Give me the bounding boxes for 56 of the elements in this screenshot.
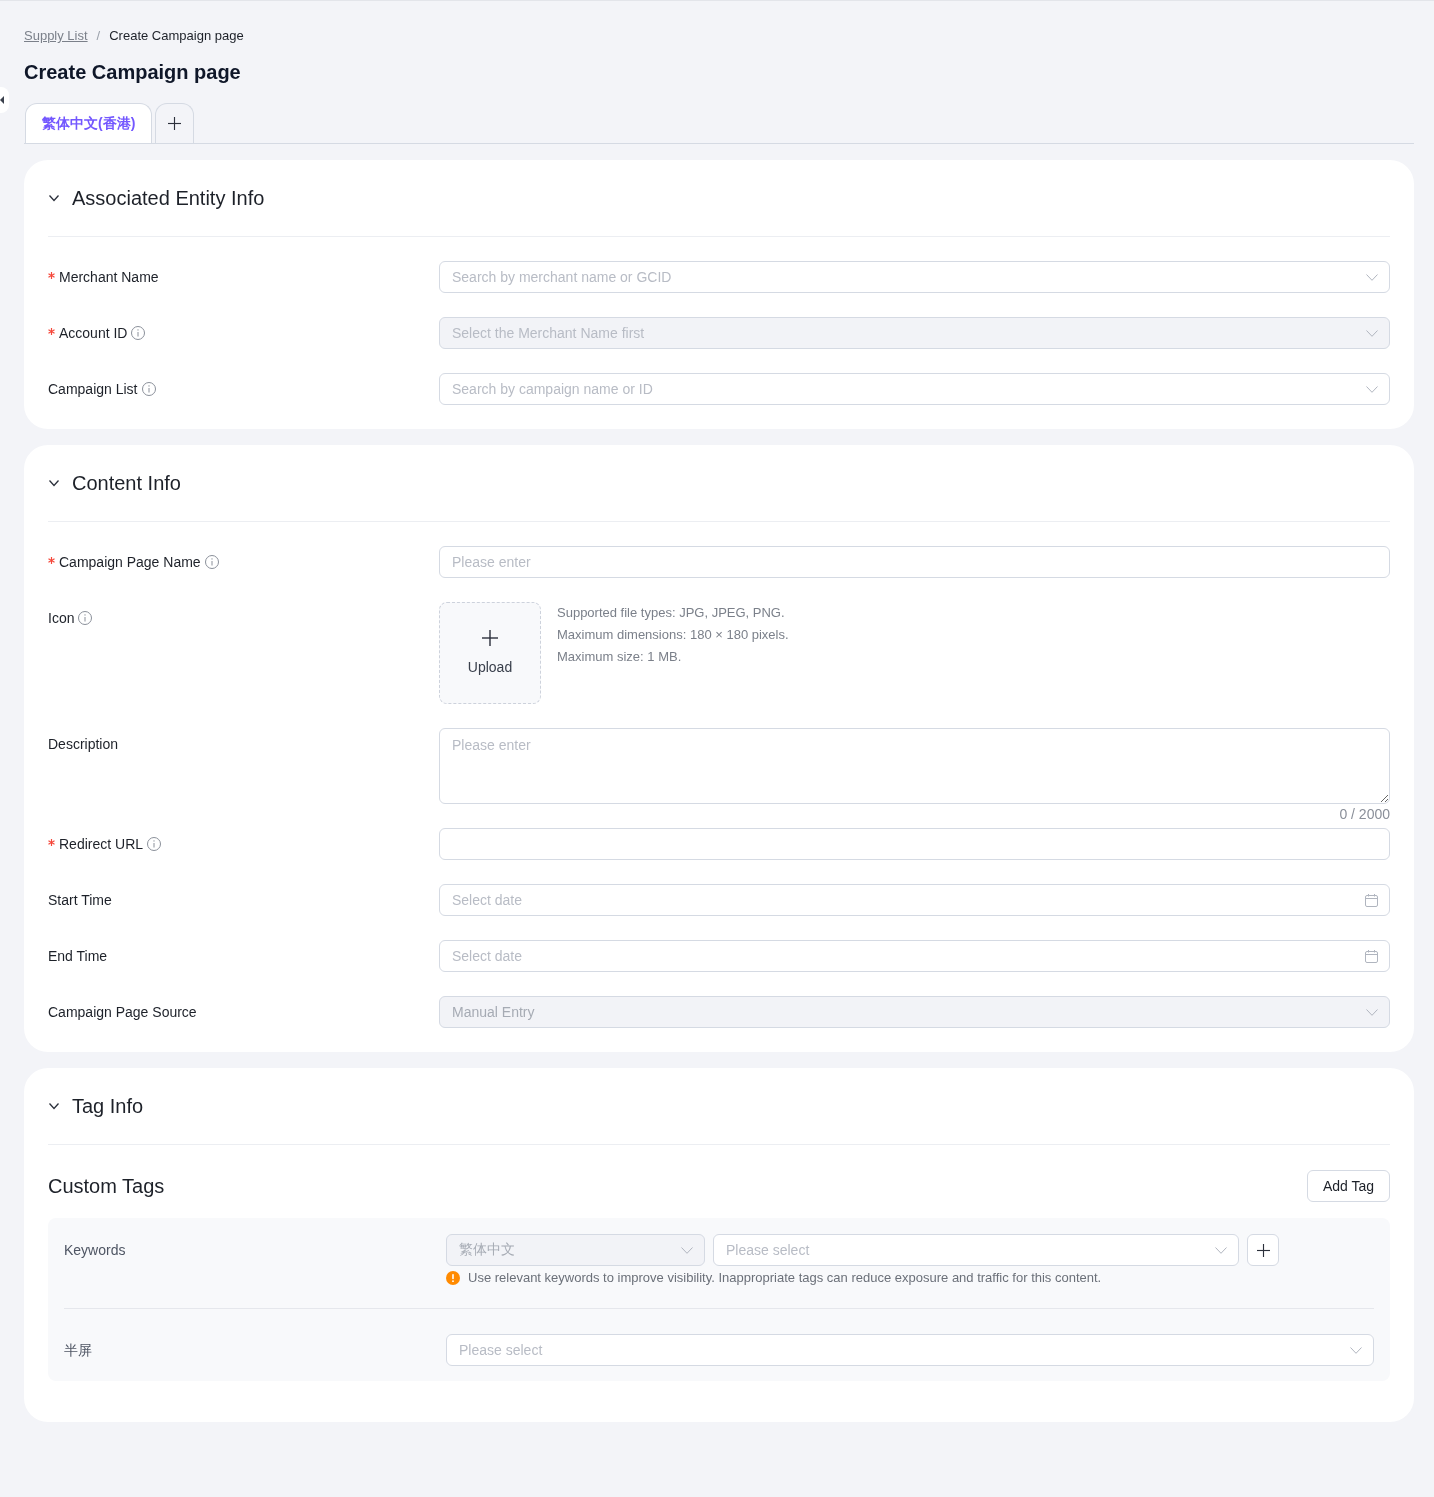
add-keyword-button[interactable] xyxy=(1247,1234,1279,1266)
date-picker-field[interactable]: Select date xyxy=(439,884,1390,916)
language-tab[interactable]: 繁体中文(香港) xyxy=(25,103,153,143)
chevron-down-icon xyxy=(1350,1346,1362,1354)
calendar-icon xyxy=(1365,949,1378,963)
field-label: Campaign List xyxy=(48,379,138,399)
field-label: Merchant Name xyxy=(59,267,159,287)
date-picker-field[interactable]: Select date xyxy=(439,940,1390,972)
plus-icon xyxy=(482,630,498,646)
input-field[interactable] xyxy=(439,828,1390,860)
input-field[interactable]: Please enter xyxy=(439,546,1390,578)
field-label: Icon xyxy=(48,608,75,628)
field-label: Campaign Page Name xyxy=(59,552,201,572)
upload-hint: Supported file types: JPG, JPEG, PNG. xyxy=(557,604,785,622)
field-label: End Time xyxy=(48,946,108,966)
field-label: Account ID xyxy=(59,323,128,343)
add-tag-button[interactable]: Add Tag xyxy=(1306,1170,1390,1202)
select-field[interactable]: Search by campaign name or ID xyxy=(439,373,1390,405)
chevron-down-icon xyxy=(1366,1008,1378,1016)
tag-label: 半屏 xyxy=(64,1340,92,1360)
plus-icon xyxy=(168,117,182,130)
warning-text: Use relevant keywords to improve visibility. Inappropriate tags can reduce exposure and traffic for this content. xyxy=(468,1269,1102,1287)
caret-left-icon xyxy=(0,96,4,104)
field-label: Start Time xyxy=(48,890,112,910)
chevron-down-icon xyxy=(1366,329,1378,337)
upload-hint: Maximum dimensions: 180 × 180 pixels. xyxy=(557,626,789,644)
subsection-title: Custom Tags xyxy=(48,1174,165,1199)
chevron-down-icon xyxy=(1366,273,1378,281)
select-field[interactable]: Please select xyxy=(446,1334,1374,1366)
warning-icon xyxy=(446,1271,460,1285)
section-title: Associated Entity Info xyxy=(72,186,265,211)
character-counter: 0 / 2000 xyxy=(1339,805,1390,824)
field-label: Redirect URL xyxy=(59,834,144,854)
breadcrumb-current: Create Campaign page xyxy=(109,27,244,45)
collapse-handle[interactable] xyxy=(0,87,9,113)
calendar-icon xyxy=(1365,893,1378,907)
section-title: Tag Info xyxy=(72,1094,144,1119)
tag-label: Keywords xyxy=(64,1240,126,1260)
chevron-down-icon[interactable] xyxy=(49,1101,59,1111)
chevron-down-icon[interactable] xyxy=(49,478,59,488)
chevron-down-icon xyxy=(681,1246,693,1254)
select-field[interactable]: Please select xyxy=(713,1234,1239,1266)
textarea-field[interactable]: Please enter xyxy=(439,728,1390,804)
section-title: Content Info xyxy=(72,471,181,496)
chevron-down-icon xyxy=(1215,1246,1227,1254)
upload-hint: Maximum size: 1 MB. xyxy=(557,648,682,666)
breadcrumb-separator: / xyxy=(96,27,101,45)
plus-icon xyxy=(1256,1243,1270,1257)
chevron-down-icon xyxy=(1366,385,1378,393)
breadcrumb-link[interactable]: Supply List xyxy=(24,27,88,45)
upload-button[interactable]: Upload xyxy=(439,602,541,704)
field-label: Campaign Page Source xyxy=(48,1002,197,1022)
select-field[interactable]: Search by merchant name or GCID xyxy=(439,261,1390,293)
page-title: Create Campaign page xyxy=(24,60,241,85)
chevron-down-icon[interactable] xyxy=(49,193,59,203)
field-label: Description xyxy=(48,734,119,754)
